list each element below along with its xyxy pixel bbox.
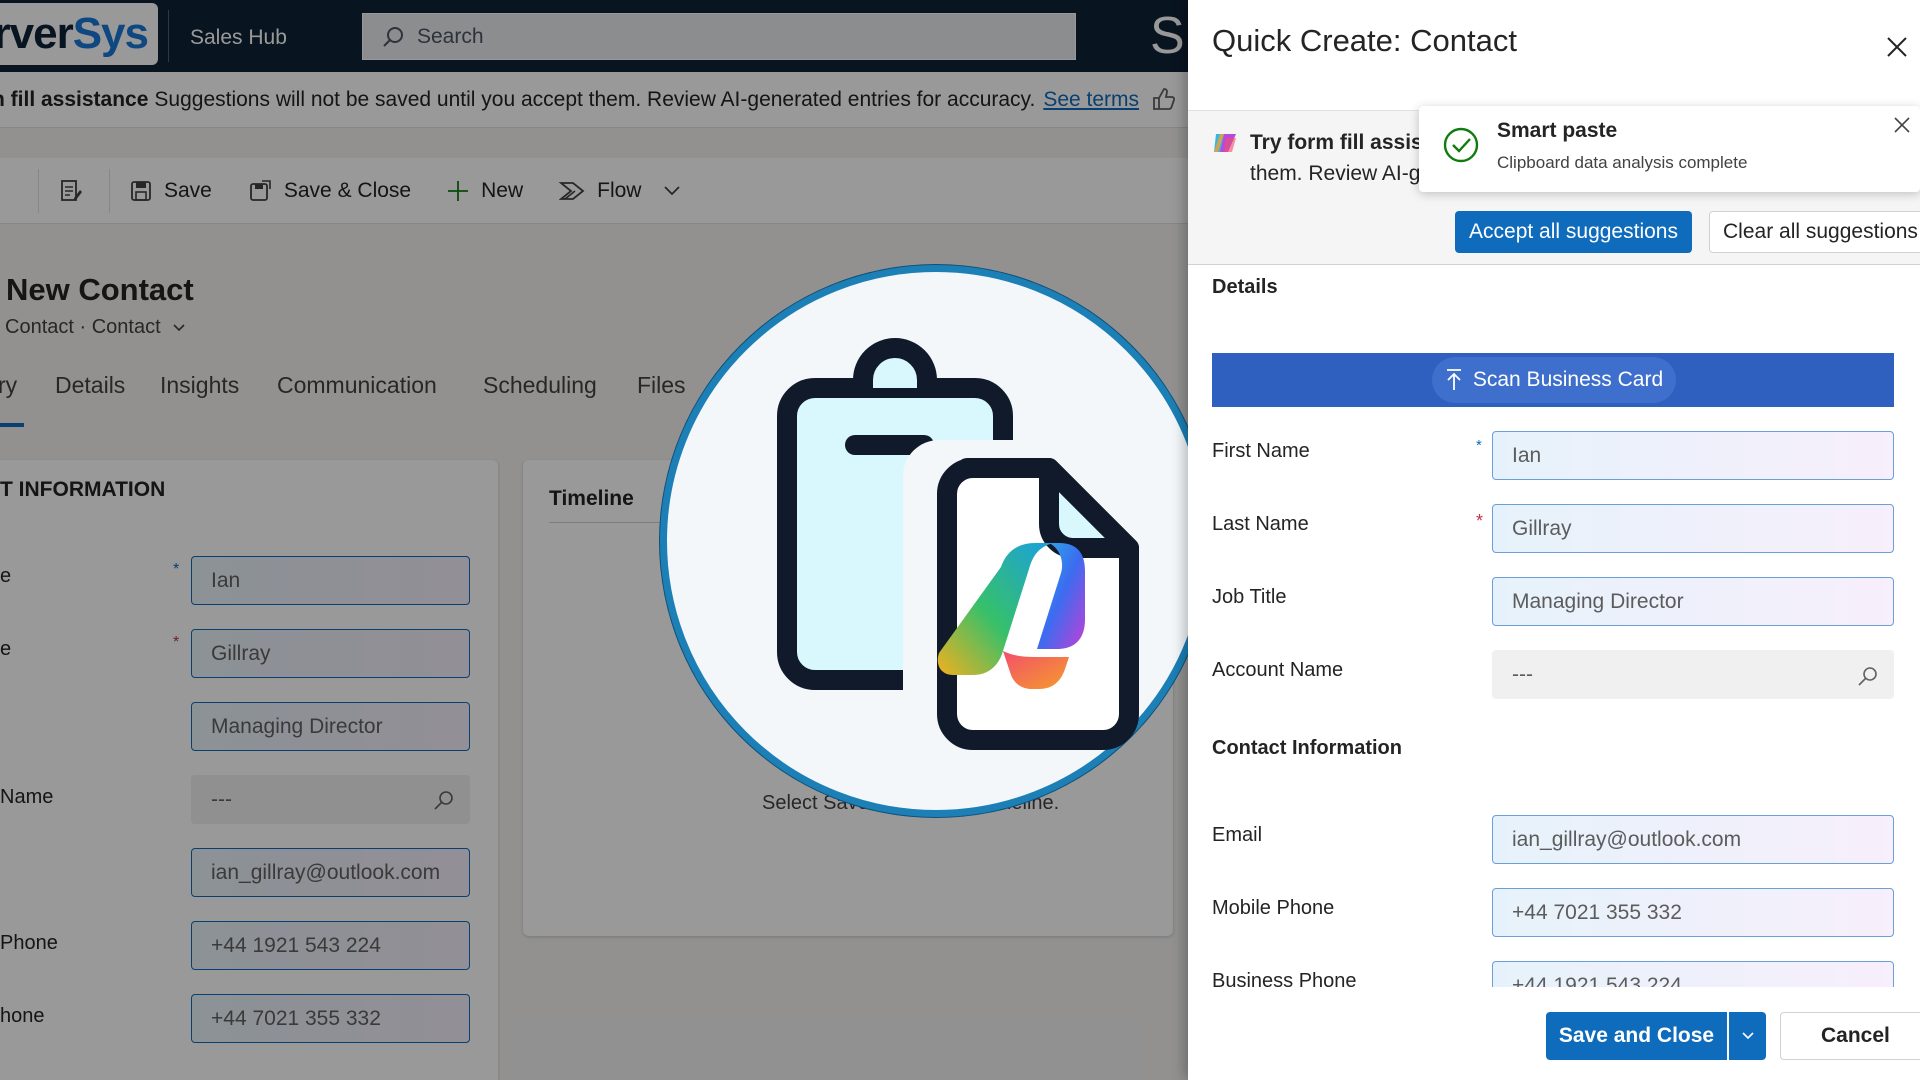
save-options-dropdown[interactable] [1729,1012,1766,1060]
assist-text: them. Review AI-g [1250,162,1421,185]
copilot-icon [1214,134,1236,152]
chevron-down-icon [1741,1032,1754,1040]
first-name-label: First Name [1212,440,1310,462]
mobile-phone-label: Mobile Phone [1212,897,1335,919]
close-icon[interactable] [1886,36,1908,58]
account-name-value: --- [1512,662,1533,686]
job-title-label: Job Title [1212,586,1287,608]
required-marker: * [1476,511,1484,531]
account-name-label: Account Name [1212,659,1344,681]
job-title-field[interactable]: Managing Director [1492,577,1894,626]
save-and-close-button[interactable]: Save and Close [1546,1012,1727,1060]
email-label: Email [1212,824,1263,846]
checkmark-circle-icon [1443,127,1479,163]
account-name-lookup[interactable]: --- [1492,650,1894,699]
details-section-title: Details [1212,276,1278,298]
search-icon[interactable] [1857,665,1879,687]
clipboard-copilot-graphic [777,338,1139,750]
assist-title: Try form fill assist [1250,131,1430,154]
toast-body: Clipboard data analysis complete [1497,153,1748,172]
quick-create-title: Quick Create: Contact [1212,23,1517,58]
accept-all-suggestions-button[interactable]: Accept all suggestions [1455,211,1692,253]
smart-paste-toast: Smart paste Clipboard data analysis comp… [1419,106,1920,192]
last-name-field[interactable]: Gillray [1492,504,1894,553]
contact-information-title: Contact Information [1212,737,1402,759]
close-icon[interactable] [1893,116,1911,134]
upload-icon [1446,369,1461,390]
clipboard-copilot-icon [660,265,1212,817]
recommended-marker: * [1476,437,1482,454]
toast-title: Smart paste [1497,119,1618,142]
last-name-label: Last Name [1212,513,1309,535]
quick-create-footer: Save and Close Cancel [1188,987,1920,1080]
mobile-phone-field[interactable]: +44 7021 355 332 [1492,888,1894,937]
cancel-button[interactable]: Cancel [1780,1012,1920,1060]
clear-all-suggestions-button[interactable]: Clear all suggestions [1709,211,1920,253]
scan-business-card-button[interactable]: Scan Business Card [1432,357,1676,403]
first-name-field[interactable]: Ian [1492,431,1894,480]
scan-card-bar: Scan Business Card [1212,353,1894,407]
scan-business-card-label: Scan Business Card [1472,368,1664,391]
email-field[interactable]: ian_gillray@outlook.com [1492,815,1894,864]
